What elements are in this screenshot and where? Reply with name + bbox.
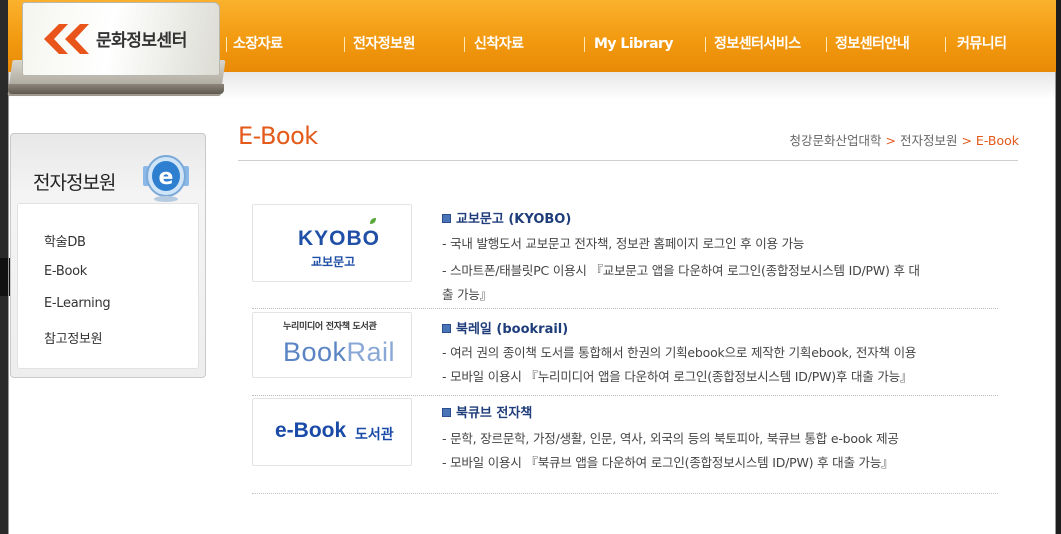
nav-divider (344, 37, 345, 52)
entry-title[interactable]: 북레일 (bookrail) (442, 318, 568, 337)
logo-text: 문화정보센터 (96, 31, 187, 51)
breadcrumb-separator: > (961, 133, 972, 148)
sidebar-item-ebook[interactable]: E-Book (44, 264, 87, 279)
nav-divider (705, 37, 706, 52)
kyobo-logo[interactable]: KYOBO 교보문고 (252, 204, 412, 282)
bookrail-logo[interactable]: 누리미디어 전자책 도서관 BookRail (252, 312, 412, 378)
home-logo[interactable]: 문화정보센터 (7, 0, 226, 100)
breadcrumb-separator: > (885, 133, 896, 148)
bullet-icon (442, 324, 451, 333)
ck-logo-icon (44, 24, 89, 54)
frame-inner-right (1055, 72, 1056, 534)
ebook-logo-sub: 도서관 (355, 427, 394, 443)
sidebar: 전자정보원 e 학술DB E-Book E-Learning 참고정보원 (10, 133, 206, 378)
sidebar-item-reference[interactable]: 참고정보원 (44, 328, 103, 347)
nav-divider (464, 37, 465, 52)
entry-divider (252, 395, 998, 396)
entry-description: - 국내 발행도서 교보문고 전자책, 정보관 홈페이지 로그인 후 이용 가능 (442, 236, 805, 251)
page-title: E-Book (238, 122, 318, 150)
entry-description: - 스마트폰/태블릿PC 이용시 『교보문고 앱을 다운하여 로그인(종합정보시… (442, 263, 920, 278)
nav-item-my-library[interactable]: My Library (594, 34, 674, 54)
entry-description: - 모바일 이용시 『누리미디어 앱을 다운하여 로그인(종합정보시스템 ID/… (442, 369, 913, 384)
entry-divider (252, 308, 998, 309)
list-bottom-divider (252, 493, 998, 494)
entry-description: - 여러 권의 종이책 도서를 통합해서 한권의 기획ebook으로 제작한 기… (442, 345, 917, 360)
sidebar-menu: 학술DB E-Book E-Learning 참고정보원 (17, 203, 199, 369)
ebook-library-logo[interactable]: e-Book 도서관 (252, 398, 412, 466)
nav-item-about[interactable]: 정보센터안내 (835, 34, 910, 54)
nav-item-services[interactable]: 정보센터서비스 (714, 34, 801, 54)
nav-item-new-arrivals[interactable]: 신착자료 (474, 34, 524, 54)
sidebar-item-academic-db[interactable]: 학술DB (44, 231, 86, 250)
entry-description: - 모바일 이용시 『북큐브 앱을 다운하여 로그인(종합정보시스템 ID/PW… (442, 455, 894, 470)
title-divider (238, 160, 1018, 161)
nav-divider (584, 37, 585, 52)
book-cover-edge (8, 84, 224, 94)
sidebar-title: 전자정보원 (33, 172, 116, 194)
window-frame-right (1056, 0, 1061, 534)
frame-inner-left (8, 72, 9, 534)
nav-item-community[interactable]: 커뮤니티 (957, 34, 1007, 54)
entry-title[interactable]: 교보문고 (KYOBO) (442, 208, 571, 227)
kyobo-logo-sub: 교보문고 (311, 255, 356, 269)
breadcrumb-root[interactable]: 청강문화산업대학 (789, 133, 881, 148)
bookrail-logo-caption: 누리미디어 전자책 도서관 (283, 322, 377, 332)
bullet-icon (442, 214, 451, 223)
nav-item-holdings[interactable]: 소장자료 (233, 34, 283, 54)
bookrail-logo-word: BookRail (283, 337, 396, 367)
sidebar-item-elearning[interactable]: E-Learning (44, 296, 111, 311)
breadcrumb: 청강문화산업대학 > 전자정보원 > E-Book (789, 130, 1019, 149)
entry-title[interactable]: 북큐브 전자책 (442, 402, 532, 421)
nav-divider (226, 37, 227, 52)
e-icon: e (143, 155, 189, 202)
nav-divider (826, 37, 827, 52)
breadcrumb-section[interactable]: 전자정보원 (900, 133, 958, 148)
nav-item-e-resources[interactable]: 전자정보원 (353, 34, 415, 54)
ebook-logo-word: e-Book (275, 419, 347, 442)
nav-divider (945, 37, 946, 52)
breadcrumb-current: E-Book (975, 133, 1019, 148)
entry-description: - 문학, 장르문학, 가정/생활, 인문, 역사, 외국의 등의 북토피아, … (442, 431, 899, 446)
kyobo-logo-word: KYOBO (298, 227, 381, 250)
leaf-icon (370, 218, 376, 224)
svg-text:e: e (159, 165, 174, 190)
bullet-icon (442, 408, 451, 417)
entry-description: 출 가능』 (442, 287, 492, 302)
